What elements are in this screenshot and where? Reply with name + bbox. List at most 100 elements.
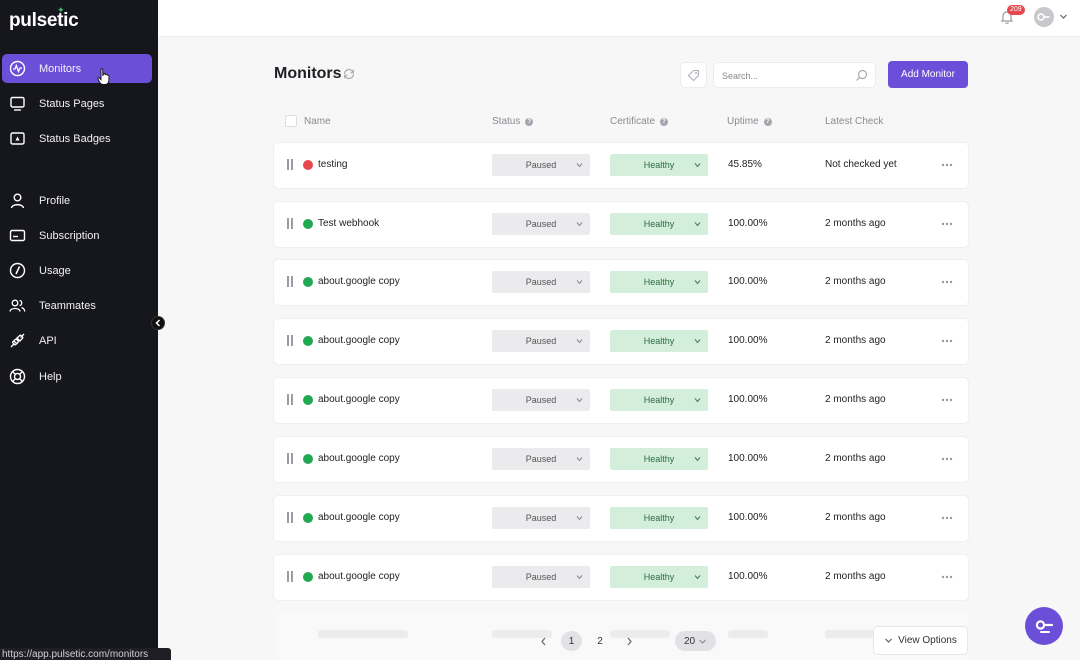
more-options-icon[interactable] [940,571,954,583]
column-label: Certificate [610,116,656,127]
column-header-status[interactable]: Status? [492,116,534,127]
certificate-select[interactable]: Healthy [610,154,708,176]
monitor-name[interactable]: about.google copy [318,512,400,523]
refresh-icon[interactable] [343,68,355,80]
table-row[interactable]: about.google copy Paused Healthy 100.00% 2 m… [274,319,968,364]
chevron-down-icon [576,398,583,403]
lifebuoy-icon [9,368,26,385]
pause-icon[interactable] [287,571,294,583]
pause-icon[interactable] [287,218,294,230]
certificate-select[interactable]: Healthy [610,448,708,470]
sidebar-item-label: Usage [39,264,71,277]
monitor-name[interactable]: about.google copy [318,453,400,464]
help-icon[interactable]: ? [660,117,669,126]
sidebar-item-api[interactable]: API [2,326,152,355]
monitor-name[interactable]: about.google copy [318,335,400,346]
chat-support-button[interactable] [1025,607,1063,645]
chat-face-icon [1035,620,1054,633]
table-row[interactable]: about.google copy Paused Healthy 100.00% 2 m… [274,260,968,305]
more-options-icon[interactable] [940,159,954,171]
status-select[interactable]: Paused [492,507,590,529]
table-row[interactable]: about.google copy Paused Healthy 100.00% 2 m… [274,437,968,482]
table-row[interactable]: about.google copy Paused Healthy 100.00% 2 m… [274,378,968,423]
sidebar-item-profile[interactable]: Profile [2,186,152,215]
table-row[interactable]: about.google copy Paused Healthy 100.00% 2 m… [274,496,968,541]
pause-icon[interactable] [287,159,294,171]
select-all-checkbox[interactable] [285,115,297,127]
help-icon[interactable]: ? [525,117,534,126]
column-label: Latest Check [825,116,884,127]
certificate-select[interactable]: Healthy [610,330,708,352]
search-icon[interactable] [855,69,868,82]
column-header-name[interactable]: Name [304,116,331,127]
column-header-certificate[interactable]: Certificate? [610,116,669,127]
column-header-latest-check[interactable]: Latest Check [825,116,883,127]
chevron-down-icon [576,163,583,168]
chevron-down-icon [694,398,701,403]
certificate-select[interactable]: Healthy [610,213,708,235]
status-select[interactable]: Paused [492,566,590,588]
monitor-name[interactable]: testing [318,159,347,170]
more-options-icon[interactable] [940,335,954,347]
view-options-button[interactable]: View Options [874,627,967,654]
sidebar-item-teammates[interactable]: Teammates [2,291,152,320]
search-input[interactable] [722,67,852,84]
sidebar-item-help[interactable]: Help [2,362,152,391]
sidebar-item-subscription[interactable]: Subscription [2,221,152,250]
sidebar-item-monitors[interactable]: Monitors [2,54,152,83]
table-row[interactable]: testing Paused Healthy 45.85% Not checked ye… [274,143,968,188]
more-options-icon[interactable] [940,453,954,465]
status-select[interactable]: Paused [492,448,590,470]
app-logo[interactable]: pulsetic [9,10,79,32]
status-select[interactable]: Paused [492,271,590,293]
more-options-icon[interactable] [940,394,954,406]
more-options-icon[interactable] [940,276,954,288]
pause-icon[interactable] [287,335,294,347]
pause-icon[interactable] [287,394,294,406]
certificate-select[interactable]: Healthy [610,566,708,588]
health-status-dot [303,572,313,582]
health-status-dot [303,454,313,464]
chevron-left-icon [155,319,161,327]
page-size-value: 20 [683,635,696,647]
sidebar: pulsetic ✦ Monitors Status Pages Status … [0,0,158,660]
monitor-name[interactable]: Test webhook [318,218,379,229]
pause-icon[interactable] [287,453,294,465]
sidebar-item-status-pages[interactable]: Status Pages [2,89,152,118]
help-icon[interactable]: ? [763,117,772,126]
status-select[interactable]: Paused [492,213,590,235]
avatar[interactable] [1034,7,1054,27]
pagination-prev-button[interactable] [536,631,550,651]
pagination-page-2[interactable]: 2 [590,631,610,651]
collapse-sidebar-button[interactable] [151,316,165,330]
chevron-down-icon [576,339,583,344]
sidebar-item-status-badges[interactable]: Status Badges [2,124,152,153]
status-select[interactable]: Paused [492,330,590,352]
status-select[interactable]: Paused [492,389,590,411]
certificate-select[interactable]: Healthy [610,271,708,293]
certificate-select[interactable]: Healthy [610,507,708,529]
uptime-value: 45.85% [728,159,762,170]
monitor-name[interactable]: about.google copy [318,276,400,287]
tags-filter-button[interactable] [680,62,707,88]
more-options-icon[interactable] [940,512,954,524]
browser-status-url: https://app.pulsetic.com/monitors [0,648,171,660]
certificate-select[interactable]: Healthy [610,389,708,411]
chevron-down-icon[interactable] [1059,12,1068,21]
monitor-name[interactable]: about.google copy [318,394,400,405]
page-size-select[interactable]: 20 [675,631,716,651]
table-row[interactable]: about.google copy Paused Healthy 100.00% 2 m… [274,555,968,600]
card-icon [9,229,26,242]
more-options-icon[interactable] [940,218,954,230]
table-row[interactable]: Test webhook Paused Healthy 100.00% 2 months… [274,202,968,247]
pause-icon[interactable] [287,276,294,288]
status-select[interactable]: Paused [492,154,590,176]
pagination-next-button[interactable] [622,631,636,651]
pause-icon[interactable] [287,512,294,524]
pagination-page-1[interactable]: 1 [561,631,582,651]
sidebar-item-usage[interactable]: Usage [2,256,152,285]
latest-check-value: 2 months ago [825,512,886,523]
monitor-name[interactable]: about.google copy [318,571,400,582]
add-monitor-button[interactable]: Add Monitor [888,61,968,88]
column-header-uptime[interactable]: Uptime? [727,116,772,127]
